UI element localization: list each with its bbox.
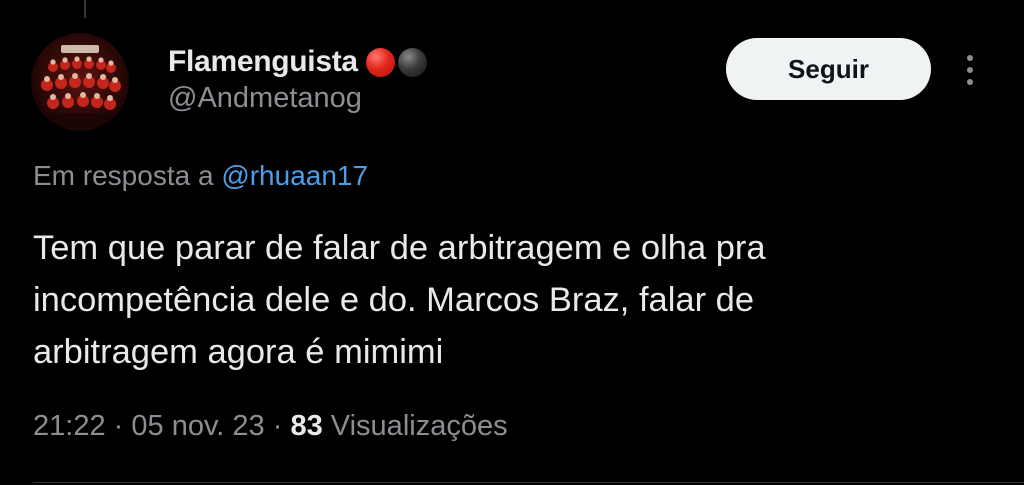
tweet-meta: 21:22 · 05 nov. 23 · 83 Visualizações: [33, 410, 508, 443]
views-label: Visualizações: [330, 410, 508, 442]
views-count: 83: [290, 410, 323, 442]
author-display-name[interactable]: Flamenguista: [168, 45, 358, 79]
reply-context: Em resposta a @rhuaan17: [33, 160, 368, 192]
tweet-time[interactable]: 21:22: [33, 410, 106, 442]
more-options-button[interactable]: [955, 50, 985, 90]
avatar-image: [31, 33, 129, 131]
tweet-text: Tem que parar de falar de arbitragem e o…: [33, 222, 993, 378]
red-circle-emoji-icon: [365, 47, 395, 77]
tweet-date[interactable]: 05 nov. 23: [131, 410, 264, 442]
tweet-text-line: incompetência dele e do. Marcos Braz, fa…: [33, 281, 755, 319]
more-vertical-icon: [967, 55, 973, 85]
meta-separator: ·: [272, 410, 283, 442]
tweet-text-line: arbitragem agora é mimimi: [33, 333, 444, 371]
black-circle-emoji-icon: [397, 47, 427, 77]
meta-separator: ·: [113, 410, 124, 442]
reply-mention-link[interactable]: @rhuaan17: [221, 160, 368, 191]
reply-prefix: Em resposta a: [33, 160, 214, 191]
author-handle[interactable]: @Andmetanog: [168, 82, 362, 115]
follow-button[interactable]: Seguir: [726, 38, 931, 100]
thread-connector-line: [84, 0, 86, 18]
tweet-text-line: Tem que parar de falar de arbitragem e o…: [33, 229, 766, 267]
author-name-row[interactable]: Flamenguista: [168, 42, 427, 82]
divider: [33, 482, 1024, 483]
avatar[interactable]: [31, 33, 129, 131]
